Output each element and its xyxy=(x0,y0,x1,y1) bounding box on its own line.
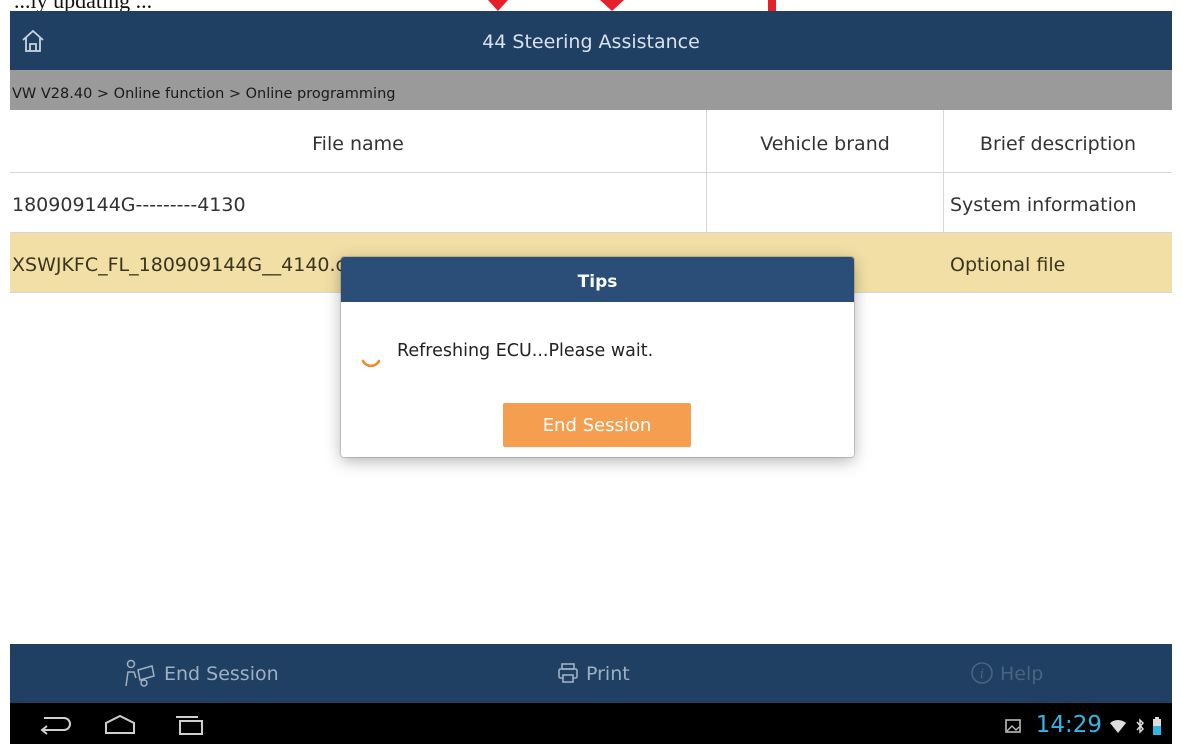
end-session-button[interactable]: End Session xyxy=(503,403,691,447)
red-mark xyxy=(488,0,508,11)
end-session-icon xyxy=(125,659,155,687)
toolbar-help-button[interactable]: i Help xyxy=(970,644,1043,703)
modal-overlay: Tips Refreshing ECU...Please wait. End S… xyxy=(10,11,1172,644)
svg-text:i: i xyxy=(980,667,984,682)
home-nav-icon[interactable] xyxy=(100,713,140,735)
clock: 14:29 xyxy=(1035,712,1103,738)
tips-dialog: Tips Refreshing ECU...Please wait. End S… xyxy=(341,257,854,457)
back-icon[interactable] xyxy=(34,713,74,735)
bluetooth-icon xyxy=(1136,717,1144,734)
red-mark xyxy=(600,0,624,11)
toolbar-print-button[interactable]: Print xyxy=(556,644,630,703)
toolbar-end-session-label: End Session xyxy=(164,663,279,685)
loading-spinner-icon xyxy=(361,359,381,368)
printer-icon xyxy=(558,662,578,683)
toolbar-end-session-button[interactable]: End Session xyxy=(122,644,279,703)
toolbar-print-label: Print xyxy=(586,663,630,685)
diagnostic-app: 44 Steering Assistance VW V28.40 > Onlin… xyxy=(10,11,1172,744)
android-nav-bar: 14:29 xyxy=(10,703,1172,744)
battery-icon xyxy=(1153,716,1161,735)
document-strip: ...ly updating ... xyxy=(0,0,1182,13)
dialog-message: Refreshing ECU...Please wait. xyxy=(397,341,654,361)
red-mark xyxy=(768,0,776,11)
status-area: 14:29 xyxy=(1004,703,1162,744)
gallery-notification-icon xyxy=(1005,718,1022,733)
info-icon: i xyxy=(971,661,993,684)
toolbar-help-label: Help xyxy=(1000,663,1044,685)
wifi-icon xyxy=(1110,719,1127,733)
dialog-title: Tips xyxy=(341,257,854,302)
recent-apps-icon[interactable] xyxy=(170,713,210,735)
bottom-toolbar: End Session Print i Help xyxy=(10,644,1172,703)
